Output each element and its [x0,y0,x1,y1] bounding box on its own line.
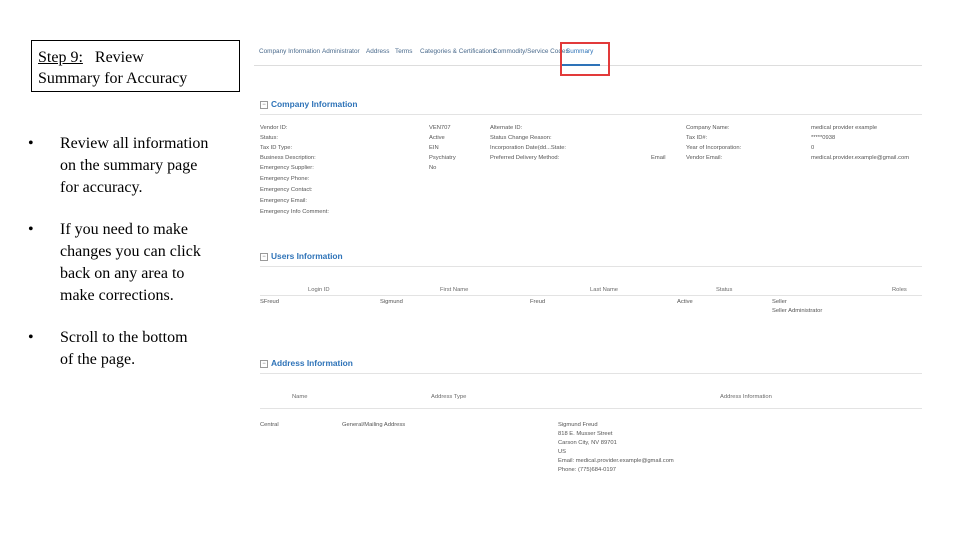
company-value: EIN [429,145,439,151]
bullet-text: on the summary page [60,157,198,174]
tab-categories-certifications[interactable]: Categories & Certifications [420,48,496,55]
company-label: Emergency Phone: [260,176,310,182]
users-col-header[interactable]: First Name [440,287,468,293]
users-cell: Seller [772,299,787,305]
step-label: Step 9: [38,49,83,66]
summary-tab-highlight [560,42,610,76]
company-label: Tax ID Type: [260,145,293,151]
bullet-text: Scroll to the bottom [60,329,188,346]
section-rule [260,266,922,267]
company-value: VEN707 [429,125,451,131]
bullet-text: for accuracy. [60,179,143,196]
bullet-dot: • [28,221,34,238]
company-label: Tax ID#: [686,135,708,141]
users-col-header[interactable]: Roles [892,287,907,293]
company-value: Email [651,155,666,161]
bullet-dot: • [28,135,34,152]
address-info-section-title[interactable]: − Address Information [260,358,353,368]
company-value: Active [429,135,445,141]
company-value: 0 [811,145,815,151]
users-cell: SFreud [260,299,280,305]
users-info-title-text: Users Information [271,251,343,261]
users-cell: Active [677,299,693,305]
company-label: Company Name: [686,125,730,131]
bullet-text: back on any area to [60,265,185,282]
company-label: Alternate ID: [490,125,523,131]
tab-administrator[interactable]: Administrator [322,48,360,55]
step-heading-line2: Summary for Accuracy [38,70,188,87]
summary-screenshot: Company Information Administrator Addres… [254,40,922,488]
address-col-header[interactable]: Address Information [720,394,772,400]
users-cell: Seller Administrator [772,308,823,314]
address-col-header[interactable]: Address Type [431,394,466,400]
tab-commodity-service-codes[interactable]: Commodity/Service Codes [493,48,569,55]
users-col-header[interactable]: Last Name [590,287,618,293]
collapse-icon[interactable]: − [260,100,268,109]
address-line: Sigmund Freud [558,422,598,428]
tab-terms[interactable]: Terms [395,48,412,55]
company-label: Vendor Email: [686,155,723,161]
company-value: medical provider example [811,125,878,131]
address-info-title-text: Address Information [271,358,353,368]
table-header-rule [260,295,922,296]
address-line: 818 E. Musser Street [558,431,613,437]
bullet-text: make corrections. [60,287,174,304]
users-cell: Sigmund [380,299,403,305]
company-label: Vendor ID: [260,125,288,131]
collapse-icon[interactable]: − [260,252,268,261]
company-label: Status Change Reason: [490,135,552,141]
company-label: Emergency Email: [260,198,308,204]
company-label: Incorporation Date(dd...State: [490,145,567,151]
users-info-section-title[interactable]: − Users Information [260,251,343,261]
table-header-rule [260,408,922,409]
company-label: Emergency Contact: [260,187,313,193]
step-heading-box: Step 9: Review Summary for Accuracy [31,40,240,92]
bullet-dot: • [28,329,34,346]
step-title: Review [94,49,144,66]
bullet-text: If you need to make [60,221,188,238]
company-value: medical.provider.example@gmail.com [811,155,910,161]
company-value: No [429,165,437,171]
address-line: Carson City, NV 89701 [558,440,617,446]
bullet-review: • Review all information on the summary … [28,133,233,199]
company-label: Business Description: [260,155,316,161]
company-info-section-title[interactable]: − Company Information [260,99,358,109]
bullet-text: changes you can click [60,243,201,260]
address-line: Email: medical.provider.example@gmail.co… [558,458,674,464]
company-value: *****0938 [811,135,836,141]
company-label: Emergency Info Comment: [260,209,329,215]
bullet-changes: • If you need to make changes you can cl… [28,219,233,307]
company-label: Preferred Delivery Method: [490,155,560,161]
address-cell: Central [260,422,279,428]
section-rule [260,114,922,115]
users-col-header[interactable]: Status [716,287,732,293]
tab-company-information[interactable]: Company Information [259,48,320,55]
address-col-header[interactable]: Name [292,394,307,400]
company-value: Psychiatry [429,155,456,161]
users-col-header[interactable]: Login ID [308,287,330,293]
company-label: Status: [260,135,279,141]
company-label: Year of Incorporation: [686,145,742,151]
collapse-icon[interactable]: − [260,359,268,368]
step-heading-line1: Step 9: Review [38,47,233,68]
users-cell: Freud [530,299,546,305]
address-cell: General/Mailing Address [342,422,406,428]
company-label: Emergency Supplier: [260,165,314,171]
bullet-text: Review all information [60,135,209,152]
address-line: Phone: (775)684-0197 [558,467,617,473]
bullet-scroll: • Scroll to the bottom of the page. [28,327,233,371]
address-line: US [558,449,567,455]
section-rule [260,373,922,374]
tab-address[interactable]: Address [366,48,389,55]
bullet-text: of the page. [60,351,136,368]
company-info-title-text: Company Information [271,99,358,109]
